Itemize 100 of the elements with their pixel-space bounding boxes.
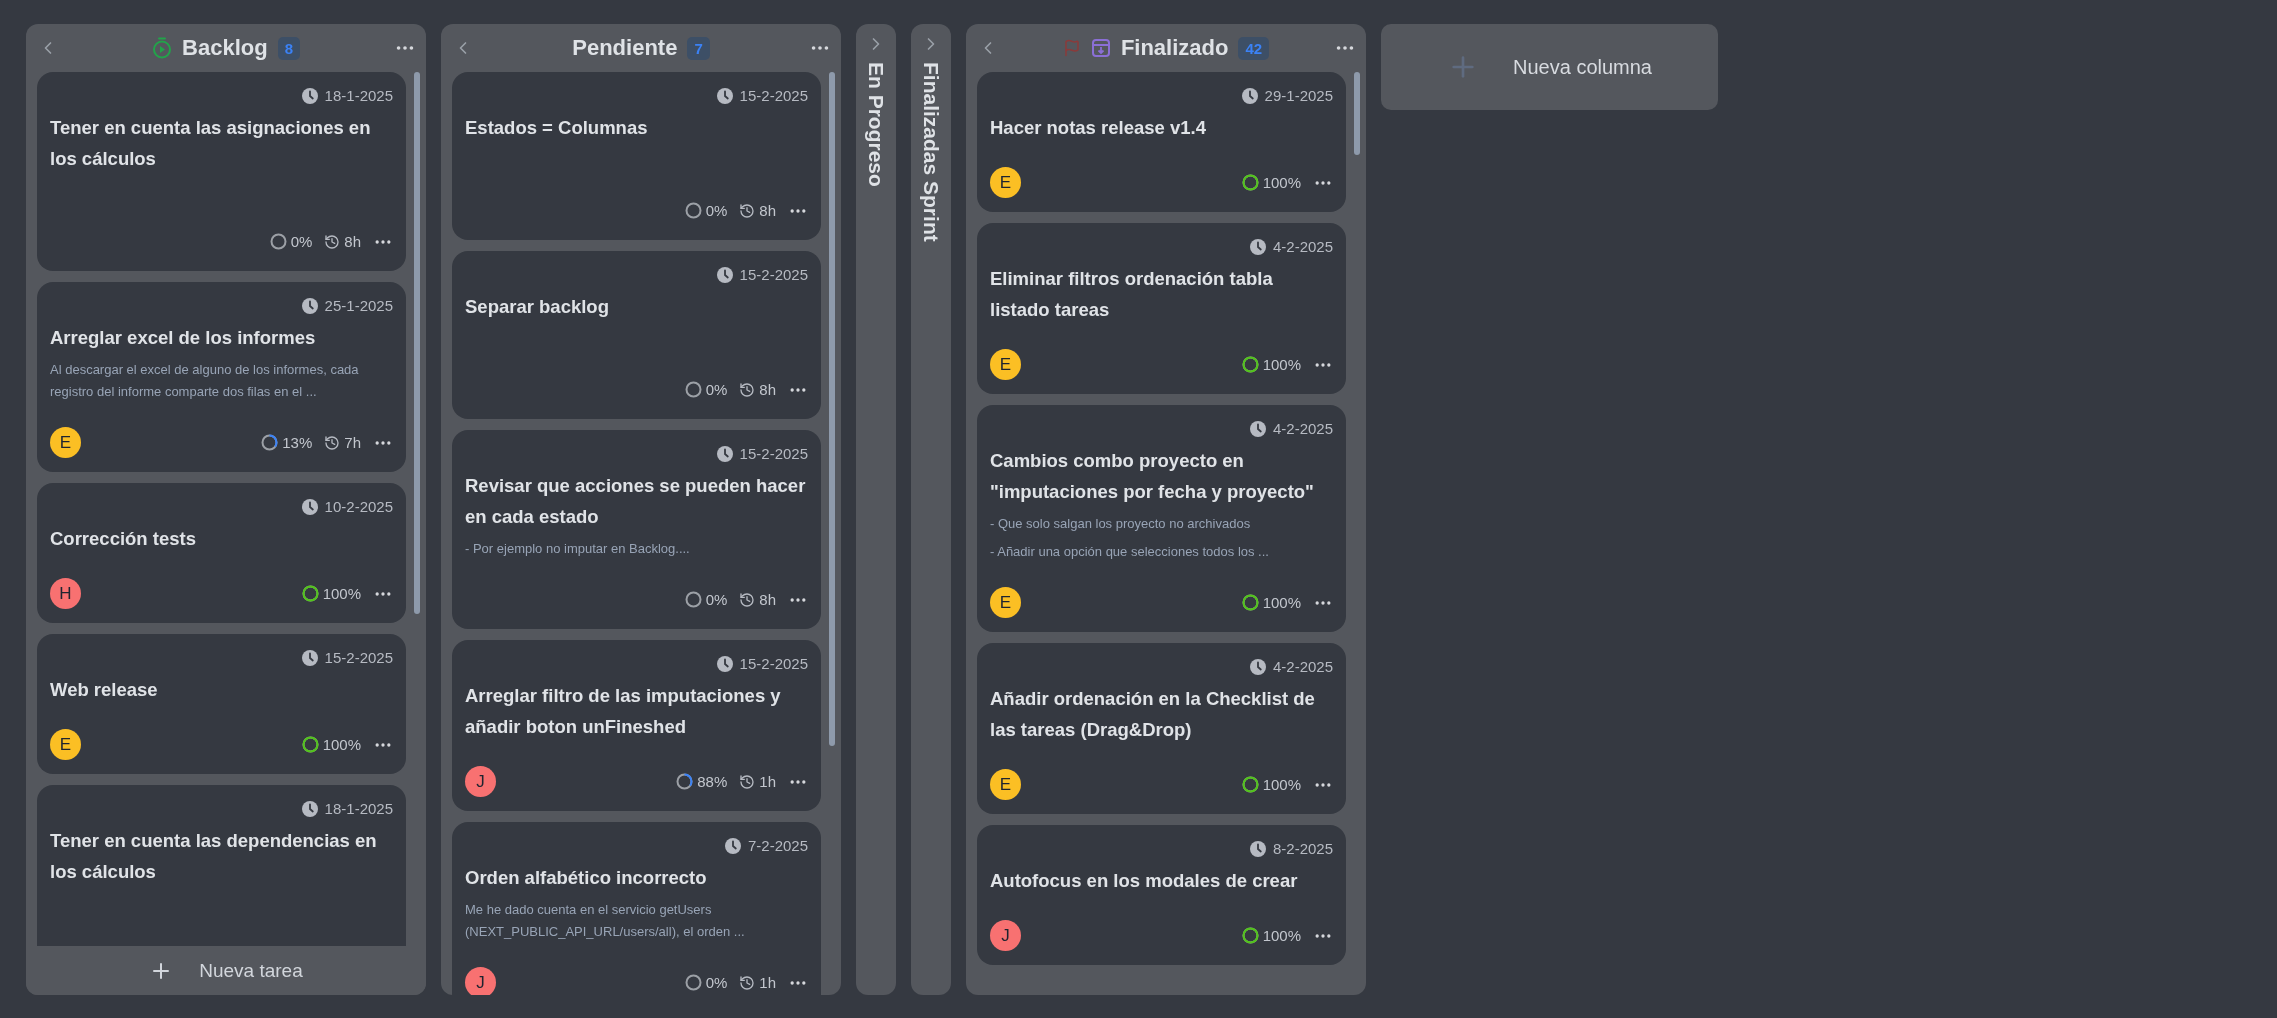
progress-ring-icon bbox=[1241, 776, 1259, 793]
task-title: Corrección tests bbox=[50, 527, 197, 551]
column-title: Finalizado bbox=[1120, 35, 1229, 61]
task-title: Estados = Columnas bbox=[465, 116, 649, 140]
progress-percent: 0% bbox=[290, 233, 313, 250]
progress-ring-icon bbox=[684, 591, 702, 608]
clock-icon bbox=[301, 297, 318, 314]
history-icon bbox=[739, 591, 756, 608]
due-date: 25-1-2025 bbox=[324, 297, 393, 314]
history-icon bbox=[739, 974, 756, 991]
assignee-avatar[interactable]: J bbox=[990, 920, 1021, 951]
progress-percent: 0% bbox=[705, 591, 728, 608]
clock-icon bbox=[301, 498, 318, 515]
scrollbar-thumb[interactable] bbox=[1354, 72, 1360, 156]
task-card[interactable]: 4-2-2025 Añadir ordenación en la Checklist de las tareas (Drag&Drop) E 100% bbox=[977, 643, 1346, 814]
progress-percent: 0% bbox=[705, 202, 728, 219]
estimated-hours: 7h bbox=[344, 434, 361, 451]
assignee-avatar[interactable]: H bbox=[50, 578, 81, 609]
estimated-hours: 1h bbox=[759, 974, 776, 991]
task-description: - Añadir una opción que selecciones todos los ... bbox=[990, 543, 1270, 561]
assignee-avatar[interactable]: E bbox=[990, 167, 1021, 198]
clock-icon bbox=[301, 87, 318, 104]
clock-icon bbox=[1249, 420, 1266, 437]
task-card[interactable]: 15-2-2025 Arreglar filtro de las imputaciones y añadir boton unFineshed J 88% 1h bbox=[452, 640, 821, 811]
task-card[interactable]: 15-2-2025 Revisar que acciones se pueden hacer en cada estado - Por ejemplo no imputar en Backlog.... 0% 8h bbox=[452, 430, 821, 629]
task-card[interactable]: 18-1-2025 Tener en cuenta las dependencias en los cálculos bbox=[37, 785, 406, 946]
archive-icon bbox=[1090, 38, 1111, 58]
due-date: 4-2-2025 bbox=[1272, 658, 1333, 675]
due-date: 29-1-2025 bbox=[1264, 87, 1333, 104]
clock-icon bbox=[716, 87, 733, 104]
history-icon bbox=[324, 434, 341, 451]
clock-icon bbox=[301, 800, 318, 817]
estimated-hours: 8h bbox=[759, 591, 776, 608]
progress-ring-icon bbox=[1241, 356, 1259, 373]
task-card[interactable]: 4-2-2025 Eliminar filtros ordenación tabla listado tareas E 100% bbox=[977, 223, 1346, 394]
column-title: Finalizadas Sprint bbox=[919, 62, 943, 242]
progress-percent: 100% bbox=[322, 736, 361, 753]
progress-ring-icon bbox=[269, 233, 287, 250]
progress-percent: 100% bbox=[1262, 594, 1301, 611]
collapsed-column[interactable]: Finalizadas Sprint bbox=[911, 24, 951, 995]
assignee-avatar[interactable]: E bbox=[50, 729, 81, 760]
progress-ring-icon bbox=[676, 773, 694, 790]
history-icon bbox=[739, 773, 756, 790]
task-title: Arreglar filtro de las imputaciones y añadir boton unFineshed bbox=[465, 684, 782, 739]
task-title: Eliminar filtros ordenación tabla listado tareas bbox=[990, 267, 1274, 322]
assignee-avatar[interactable]: E bbox=[50, 427, 81, 458]
column-title: Backlog bbox=[182, 35, 268, 61]
clock-icon bbox=[716, 266, 733, 283]
assignee-avatar[interactable]: J bbox=[465, 967, 496, 995]
task-card[interactable]: 15-2-2025 Estados = Columnas 0% 8h bbox=[452, 72, 821, 240]
task-title: Tener en cuenta las asignaciones en los cálculos bbox=[50, 116, 372, 171]
assignee-avatar[interactable]: E bbox=[990, 769, 1021, 800]
new-column-button[interactable]: Nueva columna bbox=[1381, 24, 1718, 110]
history-icon bbox=[324, 233, 341, 250]
task-card[interactable]: 15-2-2025 Web release E 100% bbox=[37, 634, 406, 774]
task-title: Tener en cuenta las dependencias en los cálculos bbox=[50, 829, 378, 884]
task-card[interactable]: 10-2-2025 Corrección tests H 100% bbox=[37, 483, 406, 623]
task-description: Me he dado cuenta en el servicio getUsers (NEXT_PUBLIC_API_URL/users/all), el orden ... bbox=[465, 901, 746, 941]
clock-icon bbox=[1241, 87, 1258, 104]
estimated-hours: 1h bbox=[759, 773, 776, 790]
task-card[interactable]: 8-2-2025 Autofocus en los modales de crear J 100% bbox=[977, 825, 1346, 965]
task-description: - Que solo salgan los proyecto no archivados bbox=[990, 515, 1252, 533]
progress-ring-icon bbox=[684, 202, 702, 219]
progress-percent: 100% bbox=[1262, 356, 1301, 373]
task-card[interactable]: 4-2-2025 Cambios combo proyecto en "imputaciones por fecha y proyecto" - Que solo salgan los proyecto no archivados - Añadir una opción que selecciones todos los ... E 100% bbox=[977, 405, 1346, 632]
task-card[interactable]: 7-2-2025 Orden alfabético incorrecto Me he dado cuenta en el servicio getUsers (NEXT_PUBLIC_API_URL/users/all), el orden ... J 0% 1h bbox=[452, 822, 821, 995]
due-date: 15-2-2025 bbox=[739, 266, 808, 283]
task-card[interactable]: 25-1-2025 Arreglar excel de los informes Al descargar el excel de alguno de los informes, cada registro del informe comparte dos filas en el ... E 13% 7h bbox=[37, 282, 406, 472]
progress-ring-icon bbox=[301, 585, 319, 602]
scrollbar-thumb[interactable] bbox=[829, 72, 835, 746]
progress-percent: 0% bbox=[705, 381, 728, 398]
assignee-avatar[interactable]: J bbox=[465, 766, 496, 797]
assignee-avatar[interactable]: E bbox=[990, 349, 1021, 380]
task-description: - Por ejemplo no imputar en Backlog.... bbox=[465, 540, 691, 558]
collapsed-column[interactable]: En Progreso bbox=[856, 24, 896, 995]
count-badge: 8 bbox=[277, 36, 300, 60]
due-date: 15-2-2025 bbox=[324, 649, 393, 666]
due-date: 10-2-2025 bbox=[324, 498, 393, 515]
history-icon bbox=[739, 381, 756, 398]
progress-percent: 100% bbox=[1262, 927, 1301, 944]
clock-icon bbox=[716, 655, 733, 672]
task-title: Arreglar excel de los informes bbox=[50, 326, 317, 350]
due-date: 4-2-2025 bbox=[1272, 238, 1333, 255]
progress-ring-icon bbox=[261, 434, 279, 451]
clock-icon bbox=[1249, 840, 1266, 857]
due-date: 8-2-2025 bbox=[1272, 840, 1333, 857]
estimated-hours: 8h bbox=[344, 233, 361, 250]
task-card[interactable]: 15-2-2025 Separar backlog 0% 8h bbox=[452, 251, 821, 419]
task-title: Orden alfabético incorrecto bbox=[465, 866, 708, 890]
progress-ring-icon bbox=[684, 974, 702, 991]
flag-icon bbox=[1062, 39, 1081, 57]
column-title: En Progreso bbox=[864, 62, 888, 187]
task-card[interactable]: 18-1-2025 Tener en cuenta las asignaciones en los cálculos 0% 8h bbox=[37, 72, 406, 271]
task-card[interactable]: 29-1-2025 Hacer notas release v1.4 E 100% bbox=[977, 72, 1346, 212]
task-description: Al descargar el excel de alguno de los informes, cada registro del informe comparte dos filas en el ... bbox=[50, 361, 360, 401]
assignee-avatar[interactable]: E bbox=[990, 587, 1021, 618]
count-badge: 42 bbox=[1238, 36, 1270, 60]
clock-icon bbox=[716, 445, 733, 462]
progress-percent: 100% bbox=[1262, 174, 1301, 191]
scrollbar-thumb[interactable] bbox=[414, 72, 420, 614]
